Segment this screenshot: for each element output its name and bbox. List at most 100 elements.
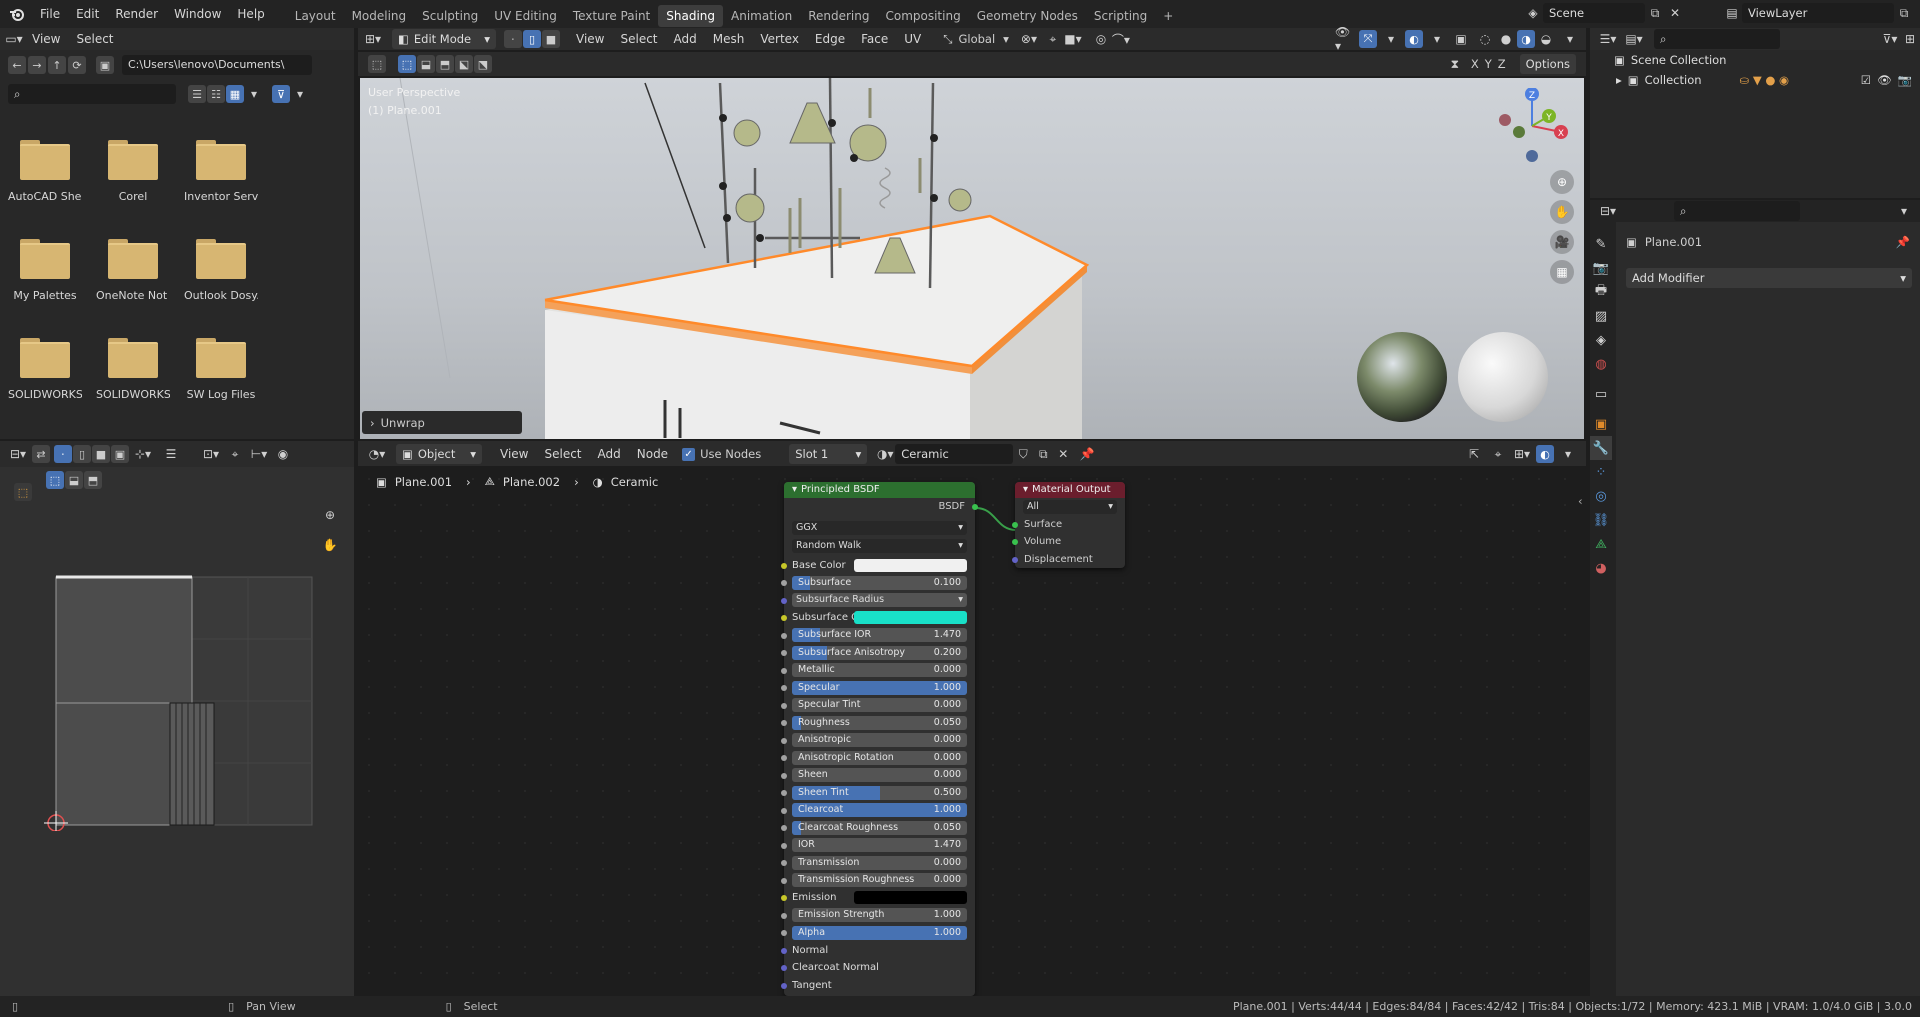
input-socket[interactable] bbox=[781, 755, 787, 761]
navigation-gizmo[interactable]: Z X Y bbox=[1495, 87, 1570, 163]
input-socket[interactable] bbox=[781, 912, 787, 919]
folder-item[interactable]: Corel bbox=[96, 140, 170, 203]
render-tab-icon[interactable]: 📷 bbox=[1590, 256, 1612, 280]
properties-options-icon[interactable]: ▾ bbox=[1894, 201, 1914, 221]
value-slider[interactable]: Subsurface 0.100 bbox=[792, 575, 967, 590]
fb-menu-select[interactable]: Select bbox=[68, 28, 121, 50]
tab-texture-paint[interactable]: Texture Paint bbox=[565, 5, 658, 27]
input-socket[interactable] bbox=[781, 615, 787, 621]
add-modifier-dropdown[interactable]: Add Modifier ▾ bbox=[1626, 268, 1912, 288]
shader-node-editor[interactable]: ▣ Plane.001 › ⟁ Plane.002 › ◑ Ceramic ▾ … bbox=[356, 466, 1588, 996]
input-socket[interactable] bbox=[781, 895, 787, 901]
tab-layout[interactable]: Layout bbox=[287, 5, 344, 27]
uv-box-extend-icon[interactable]: ⬓ bbox=[65, 471, 83, 489]
value-slider[interactable]: Subsurface Anisotropy 0.200 bbox=[792, 645, 967, 660]
filter-dropdown-icon[interactable]: ▾ bbox=[290, 84, 310, 104]
value-slider[interactable]: IOR 1.470 bbox=[792, 838, 967, 853]
value-slider[interactable]: Transmission Roughness 0.000 bbox=[792, 873, 967, 888]
properties-search-input[interactable]: ⌕ bbox=[1674, 201, 1800, 221]
select-extend-icon[interactable]: ⬓ bbox=[417, 55, 435, 73]
display-settings-icon[interactable]: ▾ bbox=[244, 84, 264, 104]
value-slider[interactable]: Metallic 0.000 bbox=[792, 663, 967, 678]
value-slider[interactable]: Alpha 1.000 bbox=[792, 925, 967, 940]
node-menu-node[interactable]: Node bbox=[629, 441, 676, 467]
gizmo-toggle-icon[interactable]: ⤧ bbox=[1359, 30, 1377, 48]
node-menu-add[interactable]: Add bbox=[590, 441, 629, 467]
vertex-select-icon[interactable]: ⋅ bbox=[504, 30, 522, 48]
checkbox-checked-icon[interactable]: ✓ bbox=[682, 447, 696, 461]
tab-sculpting[interactable]: Sculpting bbox=[414, 5, 486, 27]
wireframe-shading-icon[interactable]: ◌ bbox=[1475, 29, 1495, 49]
bsdf-output-socket[interactable] bbox=[972, 504, 978, 510]
input-socket[interactable] bbox=[781, 947, 787, 954]
tab-animation[interactable]: Animation bbox=[723, 5, 800, 27]
sidebar-toggle-icon[interactable]: ‹ bbox=[1578, 494, 1583, 508]
material-preview-icon[interactable]: ◑ bbox=[1517, 30, 1535, 48]
shading-dropdown-icon[interactable]: ▾ bbox=[1560, 29, 1580, 49]
operator-panel-unwrap[interactable]: › Unwrap bbox=[362, 411, 522, 434]
tab-rendering[interactable]: Rendering bbox=[800, 5, 877, 27]
input-socket[interactable] bbox=[781, 685, 787, 691]
folder-item[interactable]: Outlook Dosy... bbox=[184, 239, 258, 302]
menu-edit[interactable]: Edit bbox=[68, 0, 107, 28]
scene-name-field[interactable]: Scene bbox=[1543, 3, 1645, 23]
tab-uv-editing[interactable]: UV Editing bbox=[486, 5, 565, 27]
mirror-y[interactable]: Y bbox=[1485, 57, 1492, 71]
material-output-node[interactable]: ▾ Material Output All ▾ Surface Volume Di… bbox=[1012, 482, 1125, 568]
uv-island-mode-icon[interactable]: ▣ bbox=[111, 445, 129, 463]
face-select-icon[interactable]: ■ bbox=[542, 30, 560, 48]
menu-render[interactable]: Render bbox=[107, 0, 166, 28]
view-layer-field[interactable]: ViewLayer bbox=[1742, 3, 1894, 23]
input-socket[interactable] bbox=[781, 877, 787, 884]
editor-type-icon[interactable]: ▭▾ bbox=[4, 29, 24, 49]
material-browse-icon[interactable]: ◑▾ bbox=[875, 444, 895, 464]
folder-item[interactable]: SOLIDWORKS... bbox=[96, 338, 170, 401]
physics-tab-icon[interactable]: ◎ bbox=[1590, 484, 1612, 508]
object-tab-icon[interactable]: ▣ bbox=[1590, 412, 1612, 436]
select-subtract-icon[interactable]: ⬒ bbox=[436, 55, 454, 73]
zoom-icon[interactable]: ⊕ bbox=[1550, 170, 1574, 194]
world-tab-icon[interactable]: ◍ bbox=[1590, 352, 1612, 376]
tool-tab-icon[interactable]: ✎ bbox=[1590, 232, 1612, 256]
volume-socket[interactable] bbox=[1012, 539, 1018, 545]
overlay-dropdown-icon[interactable]: ▾ bbox=[1427, 29, 1447, 49]
new-collection-icon[interactable]: ⊞ bbox=[1900, 29, 1920, 49]
mode-dropdown[interactable]: ◧ Edit Mode ▾ bbox=[392, 29, 496, 49]
node-snap-target-icon[interactable]: ⊞▾ bbox=[1512, 444, 1532, 464]
new-folder-icon[interactable]: ▣ bbox=[96, 56, 114, 74]
pivot-icon[interactable]: ⊗▾ bbox=[1019, 29, 1039, 49]
fb-menu-view[interactable]: View bbox=[24, 28, 68, 50]
parent-node-tree-icon[interactable]: ⇱ bbox=[1464, 444, 1484, 464]
input-socket[interactable] bbox=[781, 825, 787, 831]
value-slider[interactable]: Emission Strength 1.000 bbox=[792, 908, 967, 923]
input-socket[interactable] bbox=[781, 702, 787, 709]
menu-file[interactable]: File bbox=[32, 0, 68, 28]
particles-tab-icon[interactable]: ⁘ bbox=[1590, 460, 1612, 484]
expand-chevron-icon[interactable]: ▸ bbox=[1616, 70, 1622, 90]
outliner-search-input[interactable]: ⌕ bbox=[1654, 29, 1780, 49]
value-slider[interactable]: Specular 1.000 bbox=[792, 680, 967, 695]
viewport-menu-vertex[interactable]: Vertex bbox=[752, 28, 807, 50]
uv-select-tool-icon[interactable]: ⬚ bbox=[14, 483, 32, 501]
input-socket[interactable] bbox=[781, 772, 787, 779]
uv-editor-type-icon[interactable]: ⊟▾ bbox=[8, 444, 28, 464]
input-socket[interactable] bbox=[781, 842, 787, 849]
viewport-menu-face[interactable]: Face bbox=[853, 28, 896, 50]
viewlayer-selector[interactable]: ▤ ViewLayer ⧉ ✕ bbox=[1722, 3, 1920, 23]
value-slider[interactable]: Anisotropic Rotation 0.000 bbox=[792, 750, 967, 765]
blender-logo-icon[interactable] bbox=[2, 4, 32, 24]
input-socket[interactable] bbox=[781, 562, 787, 569]
viewport-menu-view[interactable]: View bbox=[568, 28, 612, 50]
input-socket[interactable] bbox=[781, 790, 787, 796]
edge-select-icon[interactable]: ▯ bbox=[523, 30, 541, 48]
collection-row[interactable]: ▸ ▣ Collection ⛀ ▼ ● ◉ ☑ 👁 📷 bbox=[1590, 70, 1920, 90]
vector-dropdown[interactable]: Subsurface Radius ▾ bbox=[792, 593, 967, 608]
visibility-icon[interactable]: 👁▾ bbox=[1335, 25, 1355, 53]
falloff-icon[interactable]: ⌒▾ bbox=[1111, 29, 1131, 49]
new-scene-icon[interactable]: ⧉ bbox=[1645, 3, 1665, 23]
viewport-menu-edge[interactable]: Edge bbox=[807, 28, 853, 50]
constraints-tab-icon[interactable]: ⛓ bbox=[1590, 508, 1612, 532]
uv-zoom-icon[interactable]: ⊕ bbox=[320, 505, 340, 525]
uv-box-new-icon[interactable]: ⬚ bbox=[46, 471, 64, 489]
value-slider[interactable]: Specular Tint 0.000 bbox=[792, 698, 967, 713]
